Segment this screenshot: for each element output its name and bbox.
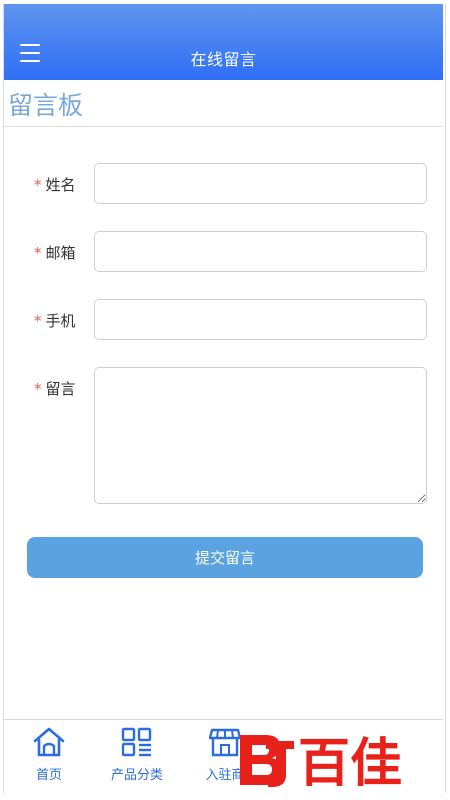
tab-categories[interactable]: 产品分类 (92, 726, 182, 783)
app-header: 在线留言 (4, 4, 443, 80)
divider (4, 126, 443, 127)
message-field[interactable] (94, 367, 427, 504)
tab-categories-label: 产品分类 (110, 768, 163, 783)
phone-field[interactable] (94, 299, 427, 340)
tab-home-label: 首页 (35, 768, 62, 783)
phone-label: * 手机 (34, 312, 76, 330)
email-label: * 邮箱 (34, 244, 76, 262)
watermark-text: 百佳 (298, 734, 402, 789)
board-title: 留言板 (8, 91, 84, 120)
tab-home[interactable]: 首页 (4, 726, 94, 783)
name-label: * 姓名 (34, 176, 76, 194)
watermark-logo: 百佳 (240, 734, 402, 789)
submit-button[interactable]: 提交留言 (27, 537, 423, 578)
message-label: * 留言 (34, 380, 76, 398)
home-icon (33, 727, 65, 757)
header-title: 在线留言 (190, 50, 257, 69)
grid-icon (121, 727, 152, 757)
required-mark: * (34, 176, 42, 194)
required-mark: * (34, 380, 42, 398)
required-mark: * (34, 244, 42, 262)
name-field[interactable] (94, 163, 427, 204)
email-field[interactable] (94, 231, 427, 272)
required-mark: * (34, 312, 42, 330)
